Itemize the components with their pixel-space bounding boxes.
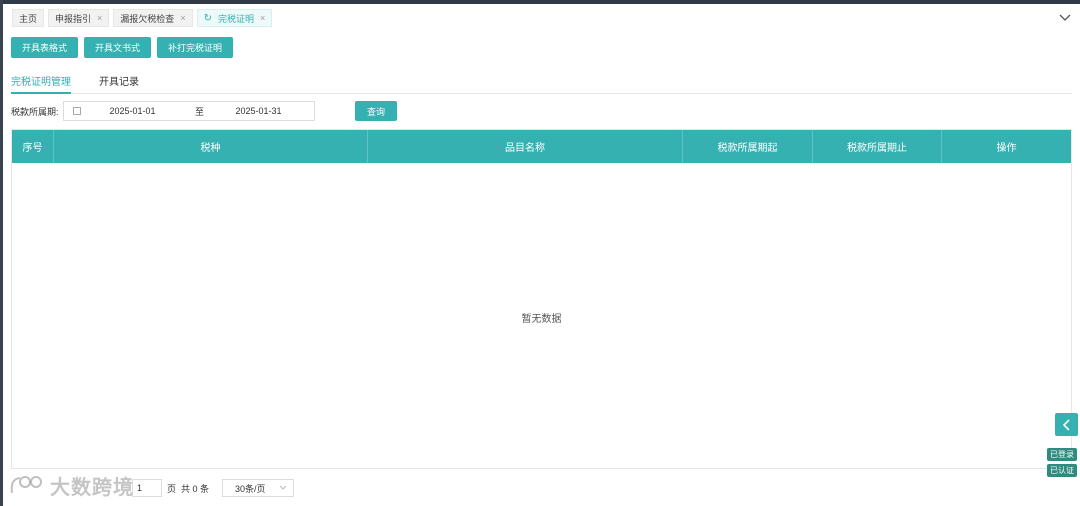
- brand-logo-icon: [10, 475, 42, 493]
- column-header-period-start[interactable]: 税款所属期起: [683, 130, 813, 163]
- page-size-value: 30条/页: [235, 483, 266, 494]
- watermark-text: 大数跨境: [50, 477, 134, 499]
- close-icon[interactable]: ×: [180, 13, 185, 23]
- chevron-left-icon: [1062, 418, 1070, 431]
- tab-missed-tax-check[interactable]: 漏报欠税检查 ×: [113, 9, 193, 27]
- page-size-select[interactable]: 30条/页: [222, 479, 295, 497]
- tab-tax-certificate[interactable]: ↻ 完税证明 ×: [196, 9, 273, 27]
- issue-document-format-button[interactable]: 开具文书式: [84, 37, 152, 58]
- date-range-picker[interactable]: 2025-01-01 至 2025-01-31: [62, 101, 315, 121]
- start-date[interactable]: 2025-01-01: [110, 106, 180, 116]
- period-filter: 税款所属期: 2025-01-01 至 2025-01-31: [11, 101, 315, 121]
- tab-declaration-guide[interactable]: 申报指引 ×: [48, 9, 110, 27]
- data-table: 序号 税种 品目名称 税款所属期起 税款所属期止 操作 暂无数据: [11, 129, 1072, 469]
- column-header-index[interactable]: 序号: [12, 130, 54, 163]
- page-number-input[interactable]: 1: [132, 479, 162, 497]
- window-top-bar: [0, 0, 1080, 4]
- tab-tax-certificate-label: 完税证明: [217, 13, 254, 24]
- logged-in-badge[interactable]: 已登录: [1047, 448, 1077, 461]
- tab-certificate-management[interactable]: 完税证明管理: [11, 70, 71, 94]
- column-header-actions[interactable]: 操作: [942, 130, 1071, 163]
- tab-issue-records[interactable]: 开具记录: [99, 70, 139, 94]
- query-button[interactable]: 查询: [355, 101, 398, 121]
- column-header-item-name[interactable]: 品目名称: [368, 130, 683, 163]
- end-date[interactable]: 2025-01-31: [236, 106, 282, 116]
- total-count: 共 0 条: [181, 483, 210, 494]
- date-separator: 至: [195, 106, 205, 117]
- tab-declaration-guide-label: 申报指引: [55, 13, 92, 24]
- period-label: 税款所属期:: [11, 106, 59, 117]
- verified-badge[interactable]: 已认证: [1047, 464, 1077, 477]
- watermark: 大数跨境: [8, 471, 134, 500]
- issue-table-format-button[interactable]: 开具表格式: [11, 37, 79, 58]
- close-icon[interactable]: ×: [97, 13, 102, 23]
- reprint-certificate-button[interactable]: 补打完税证明: [157, 37, 234, 58]
- action-toolbar: 开具表格式 开具文书式 补打完税证明: [11, 37, 234, 58]
- window-left-bar: [0, 0, 3, 506]
- empty-state-text: 暂无数据: [521, 314, 562, 325]
- close-icon[interactable]: ×: [260, 13, 265, 23]
- chevron-down-icon: [279, 485, 287, 490]
- tab-missed-tax-check-label: 漏报欠税检查: [120, 13, 175, 24]
- tab-home[interactable]: 主页: [12, 9, 45, 27]
- page-tab-bar: 主页 申报指引 × 漏报欠税检查 × ↻ 完税证明 ×: [12, 9, 273, 27]
- column-header-period-end[interactable]: 税款所属期止: [813, 130, 942, 163]
- column-header-tax-type[interactable]: 税种: [54, 130, 368, 163]
- subtab-bar: 完税证明管理 开具记录: [11, 70, 1072, 94]
- side-panel-toggle[interactable]: [1055, 413, 1078, 436]
- table-header: 序号 税种 品目名称 税款所属期起 税款所属期止 操作: [12, 130, 1071, 163]
- chevron-down-icon[interactable]: [1058, 10, 1072, 24]
- calendar-icon: [72, 107, 81, 115]
- tab-home-label: 主页: [19, 13, 38, 24]
- page-unit: 页: [167, 483, 177, 494]
- reload-icon[interactable]: ↻: [204, 13, 212, 24]
